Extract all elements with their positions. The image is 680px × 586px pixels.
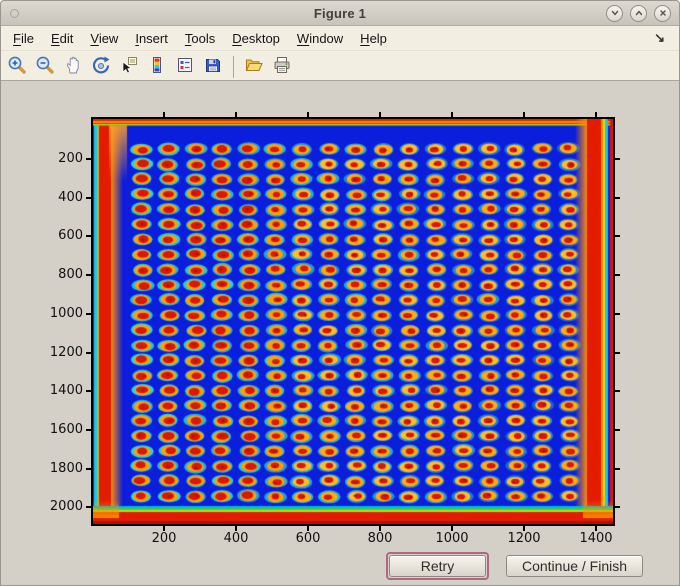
menu-window[interactable]: Window — [297, 31, 343, 46]
rotate-3d-button[interactable] — [89, 55, 113, 79]
menu-tools[interactable]: Tools — [185, 31, 215, 46]
y-tick-label: 600 — [58, 228, 83, 244]
x-tick-label: 800 — [367, 531, 393, 546]
dock-figure-icon[interactable]: ↘ — [654, 30, 665, 46]
tick-mark — [615, 506, 620, 509]
toolbar-separator — [233, 55, 234, 78]
window-title: Figure 1 — [313, 5, 367, 21]
menu-view[interactable]: View — [90, 31, 118, 46]
tick-mark — [615, 351, 620, 354]
window-icon — [10, 9, 19, 18]
tick-mark — [451, 112, 453, 117]
y-tick-label: 800 — [58, 267, 83, 283]
tick-mark — [86, 506, 91, 509]
chevron-down-icon — [610, 6, 620, 21]
tick-mark — [86, 312, 91, 315]
print-button[interactable] — [270, 55, 294, 79]
x-tick-label: 1200 — [507, 531, 541, 546]
menu-desktop[interactable]: Desktop — [232, 31, 280, 46]
menu-edit[interactable]: Edit — [51, 31, 73, 46]
y-tick-label: 2000 — [49, 499, 83, 515]
open-button[interactable] — [242, 55, 266, 79]
titlebar: Figure 1 — [1, 1, 679, 26]
tick-mark — [615, 467, 620, 470]
zoom-in-icon — [7, 55, 27, 78]
tick-mark — [86, 196, 91, 199]
y-tick-label: 200 — [58, 151, 83, 166]
tick-mark — [163, 112, 165, 117]
save-icon — [203, 55, 223, 78]
tick-mark — [86, 428, 91, 431]
figure-toolbar — [1, 51, 679, 81]
zoom-out-button[interactable] — [33, 55, 57, 79]
data-cursor-icon — [119, 55, 139, 78]
tick-mark — [86, 274, 91, 277]
open-icon — [244, 55, 264, 78]
y-tick-label: 1600 — [49, 421, 83, 437]
zoom-out-icon — [35, 55, 55, 78]
x-tick-label: 1000 — [435, 531, 469, 546]
pan-icon — [63, 55, 83, 78]
x-tick-label: 600 — [295, 531, 321, 546]
x-tick-label: 1400 — [579, 531, 613, 546]
zoom-in-button[interactable] — [5, 55, 29, 79]
legend-icon — [175, 55, 195, 78]
x-icon — [658, 6, 668, 21]
close-button[interactable] — [654, 5, 671, 22]
tick-mark — [86, 467, 91, 470]
legend-button[interactable] — [173, 55, 197, 79]
tick-mark — [523, 112, 525, 117]
y-tick-label: 1000 — [49, 305, 83, 321]
tick-mark — [615, 274, 620, 277]
x-tick-label: 200 — [151, 531, 177, 546]
data-cursor-button[interactable] — [117, 55, 141, 79]
rotate-3d-icon — [91, 55, 111, 78]
retry-button[interactable]: Retry — [389, 555, 486, 577]
tick-mark — [86, 390, 91, 393]
tick-mark — [86, 235, 91, 238]
y-tick-label: 400 — [58, 189, 83, 205]
menubar: File Edit View Insert Tools Desktop Window Help — [1, 26, 679, 51]
retry-button-focus-ring: Retry — [386, 552, 489, 580]
y-tick-label: 1200 — [49, 344, 83, 360]
figure-window: Figure 1 File Edit View Insert Tools Desktop W… — [0, 0, 680, 586]
tick-mark — [615, 312, 620, 315]
colorbar-icon — [147, 55, 167, 78]
colorbar-button[interactable] — [145, 55, 169, 79]
y-tick-label: 1800 — [49, 460, 83, 476]
tick-mark — [615, 235, 620, 238]
continue-finish-button[interactable]: Continue / Finish — [506, 555, 643, 577]
menu-insert[interactable]: Insert — [135, 31, 168, 46]
tick-mark — [615, 428, 620, 431]
tick-mark — [379, 112, 381, 117]
minimize-button[interactable] — [606, 5, 623, 22]
tick-mark — [615, 390, 620, 393]
tick-mark — [86, 351, 91, 354]
tick-mark — [595, 112, 597, 117]
print-icon — [272, 55, 292, 78]
plot-image[interactable] — [91, 117, 615, 526]
menu-help[interactable]: Help — [360, 31, 387, 46]
y-tick-label: 1400 — [49, 383, 83, 399]
tick-mark — [615, 158, 620, 160]
maximize-button[interactable] — [630, 5, 647, 22]
tick-mark — [86, 158, 91, 160]
chevron-up-icon — [634, 6, 644, 21]
window-controls — [606, 5, 671, 22]
x-tick-label: 400 — [223, 531, 249, 546]
menu-file[interactable]: File — [13, 31, 34, 46]
tick-mark — [307, 112, 309, 117]
save-button[interactable] — [201, 55, 225, 79]
pan-button[interactable] — [61, 55, 85, 79]
tick-mark — [235, 112, 237, 117]
tick-mark — [615, 196, 620, 199]
